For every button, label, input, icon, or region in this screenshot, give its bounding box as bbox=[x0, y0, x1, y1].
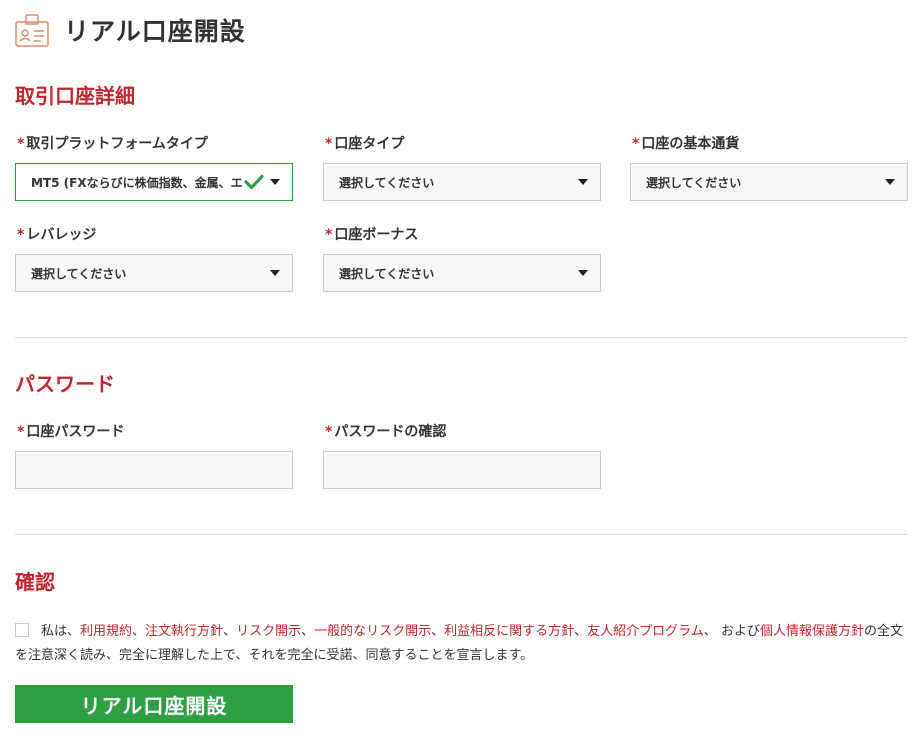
consent-checkbox[interactable] bbox=[15, 623, 29, 637]
consent-separator: 、 bbox=[431, 624, 445, 639]
consent-separator: 、 bbox=[132, 624, 146, 639]
confirm-password-label: * パスワードの確認 bbox=[325, 421, 446, 441]
section-divider bbox=[15, 534, 908, 535]
section-title-trading: 取引口座詳細 bbox=[15, 84, 135, 108]
general-risk-link[interactable]: 一般的なリスク開示 bbox=[314, 624, 431, 639]
base-currency-label: * 口座の基本通貨 bbox=[632, 133, 739, 153]
consent-separator: 、 bbox=[574, 624, 588, 639]
leverage-label: * レバレッジ bbox=[17, 224, 96, 244]
conflict-of-interest-link[interactable]: 利益相反に関する方針 bbox=[444, 624, 574, 639]
page-title: リアル口座開設 bbox=[64, 17, 246, 46]
consent-and: および bbox=[716, 624, 760, 639]
id-card-icon bbox=[15, 14, 49, 47]
order-execution-link[interactable]: 注文執行方針 bbox=[145, 624, 223, 639]
chevron-down-icon bbox=[578, 270, 588, 276]
required-mark: * bbox=[325, 136, 333, 152]
leverage-select-value: 選択してください bbox=[31, 266, 127, 281]
platform-select-value: MT5 (FXならびに株価指数、金属、エネルギー bbox=[31, 175, 242, 190]
required-mark: * bbox=[17, 424, 25, 440]
required-mark: * bbox=[17, 227, 25, 243]
consent-separator: 、 bbox=[703, 624, 717, 639]
confirm-password-label-text: パスワードの確認 bbox=[334, 424, 447, 440]
account-type-label-text: 口座タイプ bbox=[334, 136, 405, 152]
password-label: * 口座パスワード bbox=[17, 421, 124, 441]
base-currency-select[interactable]: 選択してください bbox=[630, 163, 908, 201]
referral-program-link[interactable]: 友人紹介プログラム bbox=[587, 624, 704, 639]
consent-prefix: 私は、 bbox=[41, 624, 81, 639]
chevron-down-icon bbox=[578, 179, 588, 185]
bonus-label-text: 口座ボーナス bbox=[334, 227, 419, 243]
platform-select[interactable]: MT5 (FXならびに株価指数、金属、エネルギー bbox=[15, 163, 293, 201]
section-title-confirm: 確認 bbox=[15, 570, 55, 594]
page-header: リアル口座開設 bbox=[14, 12, 246, 48]
password-label-text: 口座パスワード bbox=[26, 424, 125, 440]
bonus-label: * 口座ボーナス bbox=[325, 224, 418, 244]
base-currency-label-text: 口座の基本通貨 bbox=[641, 136, 740, 152]
bonus-select[interactable]: 選択してください bbox=[323, 254, 601, 292]
consent-text: 私は、利用規約、注文執行方針、リスク開示、一般的なリスク開示、利益相反に関する方… bbox=[15, 620, 908, 668]
platform-label-text: 取引プラットフォームタイプ bbox=[26, 136, 208, 152]
platform-label: * 取引プラットフォームタイプ bbox=[17, 133, 208, 153]
consent-separator: 、 bbox=[223, 624, 237, 639]
consent-separator: 、 bbox=[301, 624, 315, 639]
required-mark: * bbox=[17, 136, 25, 152]
risk-disclosure-link[interactable]: リスク開示 bbox=[236, 624, 301, 639]
check-icon bbox=[244, 174, 264, 190]
terms-link[interactable]: 利用規約 bbox=[80, 624, 132, 639]
required-mark: * bbox=[325, 227, 333, 243]
leverage-select[interactable]: 選択してください bbox=[15, 254, 293, 292]
bonus-select-value: 選択してください bbox=[339, 266, 435, 281]
confirm-password-input[interactable] bbox=[323, 451, 601, 489]
section-title-password: パスワード bbox=[15, 372, 115, 396]
required-mark: * bbox=[632, 136, 640, 152]
privacy-policy-link[interactable]: 個人情報保護方針 bbox=[760, 624, 864, 639]
chevron-down-icon bbox=[885, 179, 895, 185]
account-type-label: * 口座タイプ bbox=[325, 133, 404, 153]
password-input[interactable] bbox=[15, 451, 293, 489]
chevron-down-icon bbox=[270, 179, 280, 185]
required-mark: * bbox=[325, 424, 333, 440]
chevron-down-icon bbox=[270, 270, 280, 276]
base-currency-select-value: 選択してください bbox=[646, 175, 742, 190]
account-type-select[interactable]: 選択してください bbox=[323, 163, 601, 201]
leverage-label-text: レバレッジ bbox=[26, 227, 97, 243]
open-account-button[interactable]: リアル口座開設 bbox=[15, 685, 293, 723]
section-divider bbox=[15, 337, 908, 338]
account-type-select-value: 選択してください bbox=[339, 175, 435, 190]
